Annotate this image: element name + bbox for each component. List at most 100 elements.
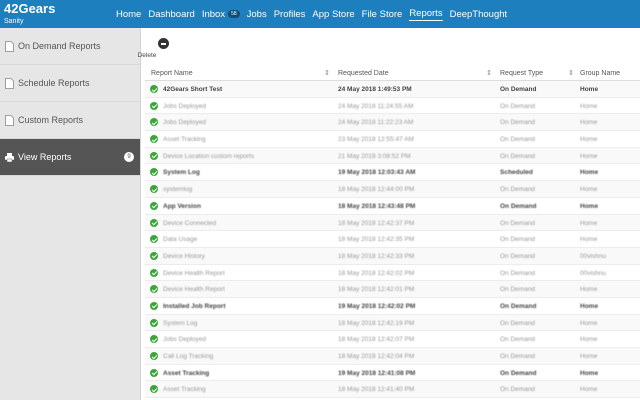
report-name-cell: Jobs Deployed: [163, 119, 206, 127]
table-row[interactable]: Device History 18 May 2018 12:42:33 PM On …: [145, 247, 640, 265]
nav-file-store[interactable]: File Store: [362, 9, 403, 20]
report-name-cell: systemlog: [163, 186, 193, 194]
top-bar: 42Gears Sanity Home Dashboard Inbox 58 Jobs P…: [0, 0, 640, 28]
success-check-icon: [150, 318, 158, 327]
group-name-cell: Home: [580, 169, 599, 177]
success-check-icon: [150, 352, 158, 360]
inbox-count-badge: 58: [228, 10, 240, 18]
column-header-requested-date[interactable]: Requested Date: [338, 70, 389, 77]
group-name-cell: Home: [580, 369, 599, 377]
report-name-cell: Asset Tracking: [163, 136, 206, 144]
delete-icon[interactable]: [157, 38, 169, 49]
sidebar-item-schedule-reports[interactable]: Schedule Reports: [0, 65, 140, 102]
report-name-cell: Device Connected: [163, 219, 217, 227]
success-check-icon: [150, 135, 158, 144]
group-name-cell: Home: [580, 119, 598, 127]
delete-label[interactable]: Delete: [132, 52, 162, 59]
column-header-report-name[interactable]: Report Name: [151, 70, 193, 77]
sidebar-item-label: View Reports: [18, 152, 72, 162]
main-nav: Home Dashboard Inbox 58 Jobs Profiles App Stor…: [116, 0, 514, 28]
report-name-cell: Device Health Report: [163, 286, 225, 294]
request-type-cell: Scheduled: [500, 169, 533, 177]
nav-home[interactable]: Home: [116, 9, 141, 20]
requested-date-cell: 19 May 2018 12:41:08 PM: [338, 369, 416, 377]
report-name-cell: System Log: [163, 319, 198, 327]
request-type-cell: On Demand: [500, 119, 536, 127]
sidebar-item-custom-reports[interactable]: Custom Reports: [0, 102, 140, 139]
table-row[interactable]: Call Log Tracking 18 May 2018 12:42:04 PM…: [145, 348, 640, 365]
success-check-icon: [150, 185, 158, 194]
requested-date-cell: 18 May 2018 12:43:48 PM: [338, 202, 416, 210]
report-name-cell: Jobs Deployed: [163, 336, 206, 344]
sidebar-item-on-demand-reports[interactable]: On Demand Reports: [0, 28, 140, 65]
nav-deepthought[interactable]: DeepThought: [450, 9, 508, 20]
request-type-cell: On Demand: [500, 152, 536, 160]
brand-name: 42Gears: [4, 1, 56, 16]
table-row[interactable]: System Log 18 May 2018 12:42:19 PM On Dema…: [145, 314, 640, 332]
group-name-cell: 00vishnu: [580, 252, 607, 260]
success-check-icon: [150, 201, 158, 210]
success-check-icon: [150, 85, 158, 93]
success-check-icon: [150, 268, 158, 277]
nav-app-store[interactable]: App Store: [312, 9, 354, 20]
table-row[interactable]: Data Usage 18 May 2018 12:42:35 PM On Dema…: [145, 231, 640, 248]
nav-dashboard[interactable]: Dashboard: [148, 9, 194, 20]
group-name-cell: Home: [580, 236, 598, 244]
report-name-cell: App Version: [163, 202, 201, 210]
sort-icon[interactable]: ⇕: [486, 69, 492, 77]
success-check-icon: [150, 101, 158, 110]
table-row[interactable]: App Version 18 May 2018 12:43:48 PM On Dem…: [145, 198, 640, 215]
table-row[interactable]: Jobs Deployed 24 May 2018 11:24:55 AM On D…: [145, 98, 640, 115]
table-row[interactable]: Installed Job Report 19 May 2018 12:42:02…: [145, 298, 640, 315]
success-check-icon: [150, 301, 158, 310]
nav-label: Dashboard: [148, 8, 195, 20]
requested-date-cell: 18 May 2018 12:41:40 PM: [338, 386, 415, 394]
sort-icon[interactable]: ⇕: [568, 69, 574, 77]
group-name-cell: 00vishnu: [580, 269, 607, 277]
success-check-icon: [150, 168, 158, 177]
request-type-cell: On Demand: [500, 219, 536, 227]
nav-reports[interactable]: Reports: [409, 8, 443, 21]
table-row[interactable]: Jobs Deployed 24 May 2018 11:22:23 AM On D…: [145, 114, 640, 132]
sidebar-item-view-reports[interactable]: View Reports 9: [0, 139, 140, 176]
sidebar-item-label: Custom Reports: [18, 115, 84, 125]
nav-inbox[interactable]: Inbox 58: [202, 9, 240, 20]
table-row[interactable]: Device Health Report 18 May 2018 12:42:01…: [145, 281, 640, 298]
success-check-icon: [150, 118, 158, 127]
brand[interactable]: 42Gears Sanity: [4, 2, 55, 26]
request-type-cell: On Demand: [500, 202, 537, 210]
nav-label: Jobs: [246, 8, 267, 20]
sidebar-item-label: On Demand Reports: [18, 41, 101, 51]
request-type-cell: On Demand: [500, 386, 536, 394]
reports-table: Report Name ⇕ Requested Date ⇕ Request T…: [145, 67, 640, 400]
group-name-cell: Home: [580, 336, 598, 344]
request-type-cell: On Demand: [500, 319, 536, 327]
requested-date-cell: 18 May 2018 12:42:07 PM: [338, 336, 415, 344]
column-header-group-name[interactable]: Group Name: [580, 70, 620, 77]
table-row[interactable]: Device Location custom reports 21 May 201…: [145, 147, 640, 165]
requested-date-cell: 24 May 2018 11:22:23 AM: [338, 119, 414, 127]
table-row[interactable]: Device Connected 18 May 2018 12:42:37 PM O…: [145, 214, 640, 232]
table-row[interactable]: Asset Tracking 19 May 2018 12:41:08 PM On …: [145, 365, 640, 382]
brand-subtitle: Sanity: [4, 18, 24, 25]
table-row[interactable]: System Log 19 May 2018 12:03:43 AM Schedul…: [145, 164, 640, 182]
request-type-cell: On Demand: [500, 286, 536, 294]
requested-date-cell: 23 May 2018 12:55:47 AM: [338, 136, 414, 144]
report-name-cell: Asset Tracking: [163, 369, 210, 377]
group-name-cell: Home: [580, 152, 598, 160]
table-row[interactable]: Asset Tracking 18 May 2018 12:41:40 PM On …: [145, 381, 640, 399]
nav-profiles[interactable]: Profiles: [274, 9, 306, 20]
request-type-cell: On Demand: [500, 353, 536, 360]
table-row[interactable]: Device Health Report 18 May 2018 12:42:02…: [145, 265, 640, 282]
requested-date-cell: 18 May 2018 12:42:04 PM: [338, 353, 415, 360]
table-row[interactable]: Jobs Deployed 18 May 2018 12:42:07 PM On D…: [145, 331, 640, 348]
group-name-cell: Home: [580, 136, 598, 144]
group-name-cell: Home: [580, 386, 598, 394]
report-name-cell: Data Usage: [163, 236, 198, 244]
sort-icon[interactable]: ⇕: [324, 69, 330, 77]
table-row[interactable]: systemlog 18 May 2018 12:44:00 PM On Deman…: [145, 181, 640, 198]
table-row[interactable]: Asset Tracking 23 May 2018 12:55:47 AM On …: [145, 131, 640, 148]
column-header-request-type[interactable]: Request Type: [500, 70, 543, 77]
nav-jobs[interactable]: Jobs: [247, 9, 267, 20]
table-row[interactable]: 42Gears Short Test 24 May 2018 1:49:53 PM…: [145, 81, 640, 98]
